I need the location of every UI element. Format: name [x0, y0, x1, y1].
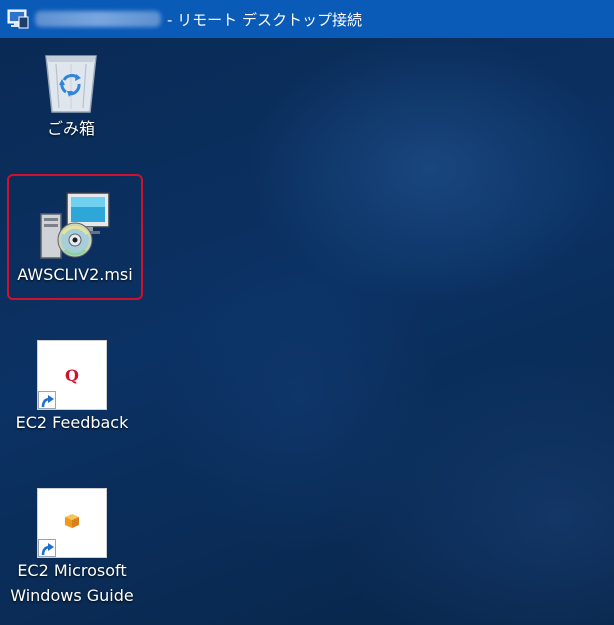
- ec2-windows-guide-shortcut[interactable]: EC2 Microsoft Windows Guide: [6, 488, 138, 608]
- remote-desktop-window: - リモート デスクトップ接続 ごみ箱 AWSCLIV2.msi Q EC2 F…: [0, 0, 614, 625]
- redacted-host-address: [35, 11, 161, 27]
- ec2-guide-label-line-1: EC2 Microsoft: [17, 561, 127, 580]
- recycle-bin-label: ごみ箱: [46, 119, 95, 138]
- awscliv2-msi-file[interactable]: AWSCLIV2.msi: [7, 174, 143, 300]
- recycle-bin-icon: [45, 55, 97, 113]
- shortcut-arrow-icon: [38, 391, 56, 409]
- ec2-feedback-shortcut-icon: Q: [37, 340, 107, 410]
- msi-installer-icon: [40, 192, 110, 259]
- remote-desktop-icon: [7, 8, 29, 30]
- desktop[interactable]: ごみ箱 AWSCLIV2.msi Q EC2 Feedback EC2 Micr…: [0, 38, 614, 625]
- package-cube-icon: [65, 514, 79, 528]
- ec2-guide-label-line-2: Windows Guide: [10, 586, 134, 605]
- ec2-guide-shortcut-icon: [37, 488, 107, 558]
- window-title: - リモート デスクトップ接続: [167, 10, 362, 29]
- shortcut-arrow-icon: [38, 539, 56, 557]
- title-bar[interactable]: - リモート デスクトップ接続: [0, 0, 614, 38]
- awscliv2-msi-label: AWSCLIV2.msi: [17, 265, 133, 284]
- ec2-feedback-glyph: Q: [65, 366, 79, 385]
- recycle-bin-shortcut[interactable]: ごみ箱: [20, 48, 122, 141]
- ec2-feedback-shortcut[interactable]: Q EC2 Feedback: [12, 340, 132, 435]
- ec2-feedback-label: EC2 Feedback: [15, 413, 129, 432]
